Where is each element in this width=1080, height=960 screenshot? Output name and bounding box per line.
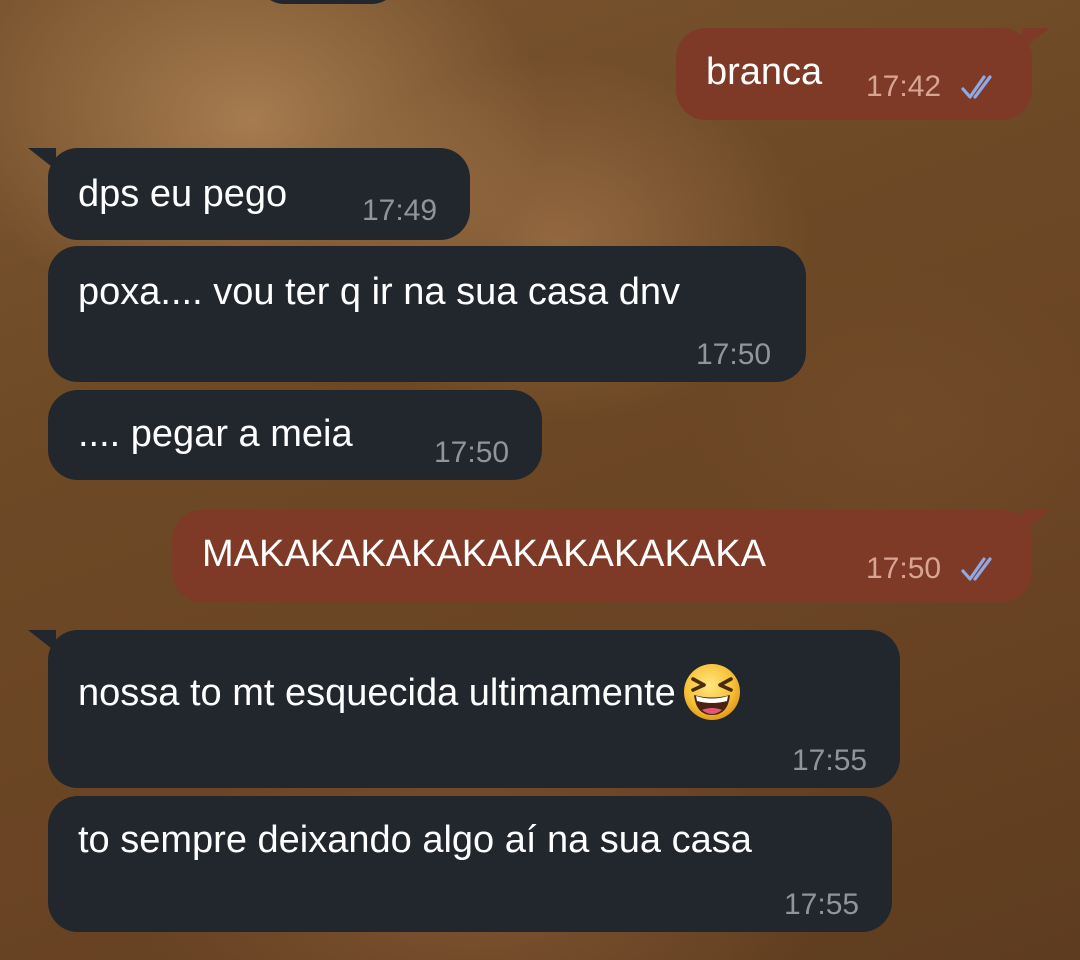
incoming-message-bubble[interactable]: nossa to mt esquecida ultimamente 17:55 xyxy=(48,630,900,788)
message-time: 17:49 xyxy=(362,194,438,227)
message-text: to sempre deixando algo aí na sua casa xyxy=(78,819,752,861)
message-text: branca xyxy=(706,51,823,93)
message-text-content: nossa to mt esquecida ultimamente xyxy=(78,672,676,715)
message-time: 17:50 xyxy=(434,436,510,469)
message-text: dps eu pego xyxy=(78,173,288,215)
incoming-message-bubble[interactable]: dps eu pego 17:49 xyxy=(48,148,470,240)
outgoing-message-bubble[interactable]: MAKAKAKAKAKAKAKAKAKAKA 17:50 xyxy=(172,510,1032,602)
outgoing-message-bubble[interactable]: branca 17:42 xyxy=(676,28,1032,120)
message-time: 17:50 xyxy=(866,552,942,585)
message-time: 17:55 xyxy=(792,744,868,777)
message-text: .... pegar a meia xyxy=(78,413,353,455)
clipped-message-bubble xyxy=(258,0,398,4)
chat-message-list[interactable]: branca 17:42 dps eu pego 17:49 poxa.... … xyxy=(0,0,1080,960)
incoming-message-bubble[interactable]: to sempre deixando algo aí na sua casa 1… xyxy=(48,796,892,932)
message-text: nossa to mt esquecida ultimamente xyxy=(78,664,742,722)
read-double-check-icon xyxy=(961,75,992,99)
incoming-message-bubble[interactable]: poxa.... vou ter q ir na sua casa dnv 17… xyxy=(48,246,806,382)
message-time: 17:50 xyxy=(696,338,772,371)
grinning-squinting-face-emoji-icon xyxy=(683,664,740,720)
incoming-message-bubble[interactable]: .... pegar a meia 17:50 xyxy=(48,390,542,480)
message-time: 17:55 xyxy=(784,888,860,921)
message-time: 17:42 xyxy=(866,70,942,103)
message-text: MAKAKAKAKAKAKAKAKAKAKA xyxy=(202,533,766,575)
message-text: poxa.... vou ter q ir na sua casa dnv xyxy=(78,271,681,313)
read-double-check-icon xyxy=(961,557,992,581)
